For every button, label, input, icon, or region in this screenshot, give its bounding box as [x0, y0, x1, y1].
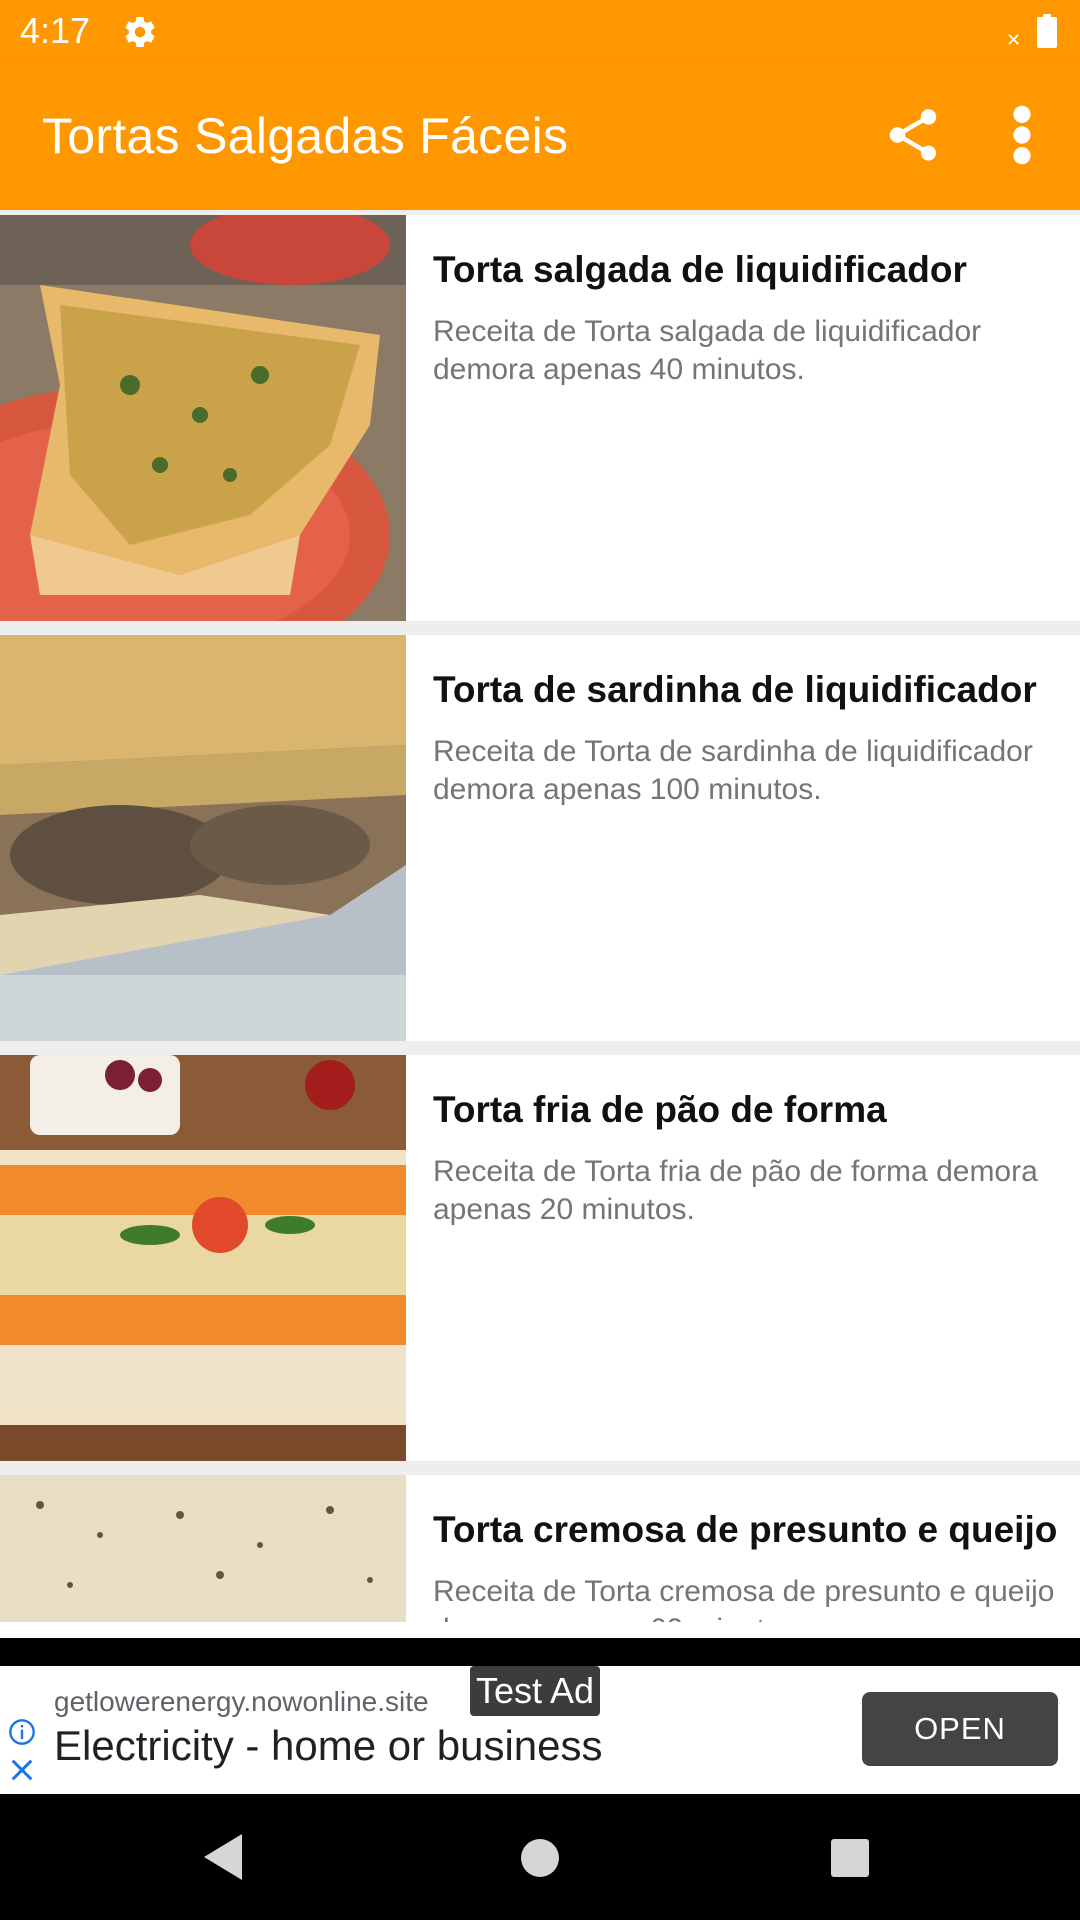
status-time: 4:17	[20, 10, 91, 51]
recipe-thumbnail	[0, 635, 406, 1041]
test-ad-badge: Test Ad	[470, 1666, 601, 1716]
recipe-list[interactable]: Torta salgada de liquidificador Receita …	[0, 210, 1080, 1622]
recipe-thumbnail	[0, 1475, 406, 1622]
more-vert-icon[interactable]	[1004, 104, 1040, 166]
app-title: Tortas Salgadas Fáceis	[42, 108, 569, 164]
close-icon[interactable]	[8, 1756, 36, 1784]
recipe-title: Torta de sardinha de liquidificador	[433, 669, 1037, 710]
gear-icon	[125, 17, 155, 48]
list-item[interactable]: Torta fria de pão de forma Receita de To…	[0, 1055, 1080, 1461]
recipe-description: Receita de Torta de sardinha de liquidif…	[433, 735, 1033, 806]
recipe-title: Torta cremosa de presunto e queijo	[433, 1509, 1058, 1550]
battery-icon	[1037, 14, 1057, 48]
navigation-bar	[0, 1794, 1080, 1920]
recipe-thumbnail	[0, 215, 406, 621]
back-icon[interactable]	[202, 1832, 246, 1882]
info-icon[interactable]	[8, 1718, 36, 1746]
recents-icon[interactable]	[830, 1838, 870, 1878]
share-icon[interactable]	[882, 104, 944, 166]
list-item[interactable]: Torta de sardinha de liquidificador Rece…	[0, 635, 1080, 1041]
recipe-title: Torta fria de pão de forma	[433, 1089, 887, 1130]
list-item[interactable]: Torta salgada de liquidificador Receita …	[0, 215, 1080, 621]
recipe-description: Receita de Torta cremosa de presunto e q…	[433, 1575, 1055, 1622]
signal-off-icon: ✕	[1006, 30, 1022, 50]
ad-domain: getlowerenergy.nowonline.site	[54, 1686, 429, 1717]
recipe-thumbnail	[0, 1055, 406, 1461]
recipe-description: Receita de Torta salgada de liquidificad…	[433, 315, 982, 386]
app-bar: Tortas Salgadas Fáceis	[0, 64, 1080, 210]
recipe-title: Torta salgada de liquidificador	[433, 249, 967, 290]
open-button[interactable]: OPEN	[862, 1692, 1058, 1766]
ad-banner[interactable]: getlowerenergy.nowonline.site Electricit…	[0, 1666, 1080, 1794]
recipe-description: Receita de Torta fria de pão de forma de…	[433, 1155, 1038, 1226]
home-icon[interactable]	[520, 1838, 560, 1878]
list-item[interactable]: Torta cremosa de presunto e queijo Recei…	[0, 1475, 1080, 1622]
ad-headline[interactable]: Electricity - home or business	[54, 1722, 603, 1770]
status-bar: 4:17 ✕	[0, 0, 1080, 64]
ad-separator	[0, 1638, 1080, 1666]
